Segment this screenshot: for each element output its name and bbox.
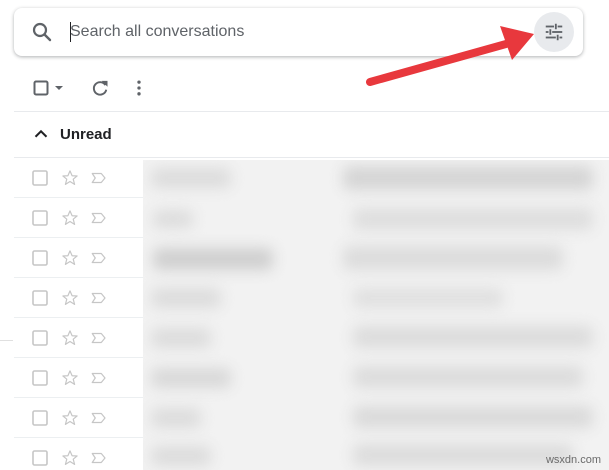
refresh-icon bbox=[92, 80, 108, 96]
section-title: Unread bbox=[60, 126, 112, 143]
blurred-email-content bbox=[143, 160, 609, 470]
row-checkbox-icon[interactable] bbox=[31, 449, 49, 467]
label-icon[interactable] bbox=[90, 449, 108, 467]
more-vert-icon bbox=[137, 80, 141, 96]
row-checkbox-icon[interactable] bbox=[31, 409, 49, 427]
refresh-button[interactable] bbox=[90, 76, 110, 100]
mail-toolbar bbox=[14, 64, 609, 112]
star-icon[interactable] bbox=[61, 209, 79, 227]
row-checkbox-icon[interactable] bbox=[31, 329, 49, 347]
label-icon[interactable] bbox=[90, 169, 108, 187]
row-checkbox-icon[interactable] bbox=[31, 249, 49, 267]
label-icon[interactable] bbox=[90, 409, 108, 427]
star-icon[interactable] bbox=[61, 449, 79, 467]
search-options-button[interactable] bbox=[534, 12, 574, 52]
star-icon[interactable] bbox=[61, 249, 79, 267]
more-options-button[interactable] bbox=[129, 76, 149, 100]
star-icon[interactable] bbox=[61, 169, 79, 187]
row-checkbox-icon[interactable] bbox=[31, 369, 49, 387]
search-bar[interactable] bbox=[14, 8, 583, 56]
star-icon[interactable] bbox=[61, 289, 79, 307]
label-icon[interactable] bbox=[90, 209, 108, 227]
chevron-up-icon[interactable] bbox=[30, 123, 52, 145]
unread-section-header[interactable]: Unread bbox=[14, 112, 609, 158]
label-icon[interactable] bbox=[90, 329, 108, 347]
row-checkbox-icon[interactable] bbox=[31, 209, 49, 227]
search-icon[interactable] bbox=[30, 20, 54, 44]
label-icon[interactable] bbox=[90, 249, 108, 267]
star-icon[interactable] bbox=[61, 329, 79, 347]
search-input[interactable] bbox=[70, 20, 520, 44]
sliders-icon bbox=[545, 23, 563, 41]
watermark: wsxdn.com bbox=[545, 454, 601, 466]
divider bbox=[0, 340, 13, 341]
star-icon[interactable] bbox=[61, 409, 79, 427]
row-checkbox-icon[interactable] bbox=[31, 169, 49, 187]
row-checkbox-icon[interactable] bbox=[31, 289, 49, 307]
label-icon[interactable] bbox=[90, 289, 108, 307]
select-all-button[interactable] bbox=[32, 76, 66, 100]
star-icon[interactable] bbox=[61, 369, 79, 387]
checkbox-icon bbox=[33, 80, 63, 96]
label-icon[interactable] bbox=[90, 369, 108, 387]
